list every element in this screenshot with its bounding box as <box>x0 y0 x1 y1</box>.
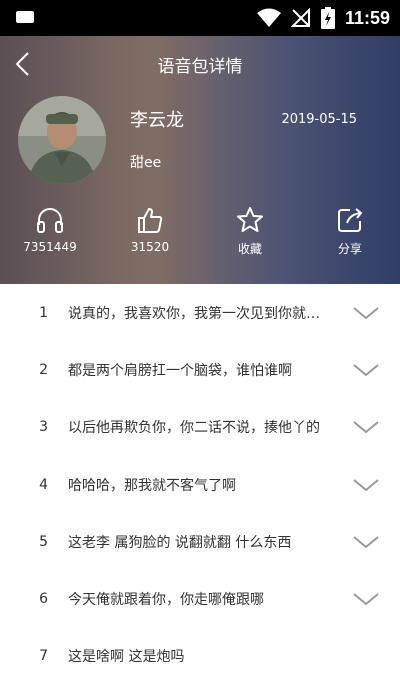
chevron-down-icon <box>353 306 379 319</box>
track-number: 6 <box>39 591 48 608</box>
thumbs-up-icon <box>138 208 163 233</box>
voice-pack-name: 李云龙 <box>130 110 184 131</box>
track-text: 说真的，我喜欢你，我第一次见到你就喜欢你 <box>68 305 344 322</box>
listen-count-label: 7351449 <box>23 240 77 254</box>
track-text: 以后他再欺负你，你二话不说，揍他丫的 <box>68 420 320 437</box>
expand-button[interactable] <box>344 362 388 378</box>
track-number: 4 <box>39 476 48 493</box>
list-item[interactable]: 5 这老李 属狗脸的 说翻就翻 什么东西 <box>0 513 400 570</box>
voice-pack-description: 甜ee <box>130 155 162 171</box>
track-text: 这是啥啊 这是炮吗 <box>68 649 185 666</box>
clock: 11:59 <box>344 7 390 28</box>
chevron-down-icon <box>353 593 379 606</box>
publish-date: 2019-05-15 <box>281 112 357 127</box>
track-number: 3 <box>39 419 48 436</box>
battery-charging-icon <box>320 7 335 29</box>
track-number: 2 <box>39 361 48 378</box>
track-text: 都是两个肩膀扛一个脑袋，谁怕谁啊 <box>68 362 292 379</box>
track-text: 哈哈哈，那我就不客气了啊 <box>68 477 236 494</box>
track-text: 今天俺就跟着你，你走哪俺跟哪 <box>68 592 264 609</box>
like-count-label: 31520 <box>130 240 170 254</box>
wifi-icon <box>256 8 281 27</box>
track-number: 5 <box>39 533 48 550</box>
list-item[interactable]: 1 说真的，我喜欢你，我第一次见到你就喜欢你 <box>0 284 400 341</box>
expand-button[interactable] <box>344 305 388 321</box>
list-item[interactable]: 7 这是啥啊 这是炮吗 <box>0 628 400 685</box>
track-list: 1 说真的，我喜欢你，我第一次见到你就喜欢你 2 都是两个肩膀扛一个脑袋，谁怕谁… <box>0 284 400 685</box>
chevron-down-icon <box>353 536 379 549</box>
track-number: 1 <box>39 304 48 321</box>
headphones-icon <box>37 208 63 233</box>
voice-pack-header: 语音包详情 李云龙 2019-05-15 甜ee 7351449 31520 收… <box>0 36 400 284</box>
chevron-down-icon <box>353 478 379 491</box>
track-text: 这老李 属狗脸的 说翻就翻 什么东西 <box>68 534 292 551</box>
page-title: 语音包详情 <box>157 57 243 77</box>
app-notification-icon <box>16 11 34 23</box>
share-button[interactable]: 分享 <box>300 206 400 257</box>
track-number: 7 <box>39 648 48 665</box>
chevron-down-icon <box>353 421 379 434</box>
share-icon <box>338 208 363 232</box>
list-item[interactable]: 2 都是两个肩膀扛一个脑袋，谁怕谁啊 <box>0 341 400 398</box>
no-signal-icon <box>290 8 310 27</box>
expand-button[interactable] <box>344 534 388 550</box>
expand-button[interactable] <box>344 419 388 435</box>
list-item[interactable]: 3 以后他再欺负你，你二话不说，揍他丫的 <box>0 399 400 456</box>
avatar <box>18 96 106 184</box>
status-bar: 11:59 <box>0 0 400 36</box>
listen-count[interactable]: 7351449 <box>0 206 100 257</box>
like-button[interactable]: 31520 <box>100 206 200 257</box>
share-label: 分享 <box>337 242 362 256</box>
favorite-button[interactable]: 收藏 <box>200 206 300 257</box>
favorite-label: 收藏 <box>237 242 262 256</box>
chevron-down-icon <box>353 364 379 377</box>
expand-button[interactable] <box>344 477 388 493</box>
list-item[interactable]: 4 哈哈哈，那我就不客气了啊 <box>0 456 400 513</box>
expand-button[interactable] <box>344 591 388 607</box>
star-icon <box>237 207 263 232</box>
stats-bar: 7351449 31520 收藏 分享 <box>0 206 400 257</box>
list-item[interactable]: 6 今天俺就跟着你，你走哪俺跟哪 <box>0 570 400 627</box>
